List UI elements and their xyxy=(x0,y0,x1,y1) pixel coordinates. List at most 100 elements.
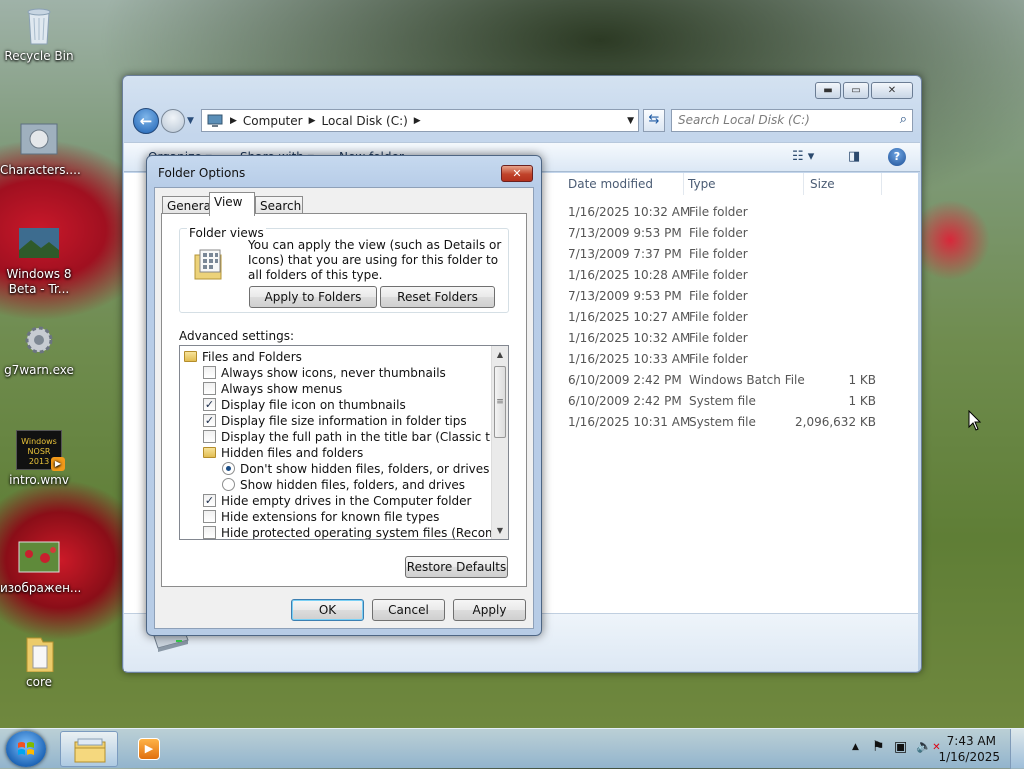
folder-icon xyxy=(184,351,197,362)
setting-checkbox[interactable]: Always show menus xyxy=(203,381,342,397)
breadcrumb-separator-icon[interactable]: ▶ xyxy=(230,116,237,126)
column-date-modified[interactable]: Date modified xyxy=(562,173,684,195)
windows-logo-icon xyxy=(18,742,34,755)
folder-views-description: You can apply the view (such as Details … xyxy=(248,238,502,282)
advanced-settings-scrollbar[interactable]: ▲ ≡ ▼ xyxy=(491,346,508,539)
folder-icon xyxy=(203,447,216,458)
dialog-close-button[interactable]: ✕ xyxy=(501,165,533,182)
desktop-icon-windows8-beta[interactable]: Windows 8 Beta - Tr... xyxy=(0,224,78,297)
type-cell: File folder xyxy=(689,226,748,240)
clock-date[interactable]: 1/16/2025 xyxy=(938,750,1000,764)
setting-checkbox[interactable]: ✓ Display file icon on thumbnails xyxy=(203,397,406,413)
search-icon[interactable]: ⌕ xyxy=(900,112,907,127)
scroll-down-icon[interactable]: ▼ xyxy=(492,522,508,539)
radio-button[interactable] xyxy=(222,478,235,491)
taskbar-explorer-button[interactable] xyxy=(60,731,118,767)
show-hidden-icons-icon[interactable]: ▲ xyxy=(852,742,859,752)
cancel-button[interactable]: Cancel xyxy=(372,599,445,621)
taskbar-media-player-button[interactable]: ▶ xyxy=(128,731,174,767)
column-size[interactable]: Size xyxy=(804,173,882,195)
column-type[interactable]: Type xyxy=(682,173,804,195)
type-cell: Windows Batch File xyxy=(689,373,805,387)
type-cell: File folder xyxy=(689,331,748,345)
setting-radio[interactable]: Show hidden files, folders, and drives xyxy=(222,477,465,493)
setting-checkbox[interactable]: Always show icons, never thumbnails xyxy=(203,365,446,381)
action-center-flag-icon[interactable]: ⚑ xyxy=(872,739,885,755)
checkbox[interactable] xyxy=(203,430,216,443)
back-arrow-icon: ← xyxy=(139,112,153,130)
change-view-icon[interactable]: ☷ ▾ xyxy=(792,149,814,164)
refresh-button[interactable]: ⇆ xyxy=(643,109,665,132)
setting-label: Always show menus xyxy=(221,382,343,396)
back-button[interactable]: ← xyxy=(133,108,159,134)
setting-checkbox[interactable]: Display the full path in the title bar (… xyxy=(203,429,508,445)
search-input[interactable]: Search Local Disk (C:) ⌕ xyxy=(671,109,913,132)
type-cell: System file xyxy=(689,415,756,429)
setting-radio[interactable]: Don't show hidden files, folders, or dri… xyxy=(222,461,489,477)
apply-to-folders-button[interactable]: Apply to Folders xyxy=(249,286,377,308)
clock-time[interactable]: 7:43 AM xyxy=(947,734,996,748)
recent-pages-dropdown[interactable]: ▼ xyxy=(187,116,194,126)
breadcrumb-separator-icon[interactable]: ▶ xyxy=(309,116,316,126)
apply-button[interactable]: Apply xyxy=(453,599,526,621)
date-cell: 1/16/2025 10:31 AM xyxy=(568,415,691,429)
show-desktop-button[interactable] xyxy=(1010,729,1024,769)
breadcrumb-separator-icon[interactable]: ▶ xyxy=(414,116,421,126)
tree-category[interactable]: Hidden files and folders xyxy=(203,445,363,461)
forward-button[interactable] xyxy=(161,109,185,133)
checkbox[interactable]: ✓ xyxy=(203,494,216,507)
breadcrumb-local-disk[interactable]: Local Disk (C:) xyxy=(322,114,408,128)
checkbox[interactable] xyxy=(203,526,216,539)
minimize-button[interactable]: ▬ xyxy=(815,82,841,99)
desktop-icon-intro-wmv[interactable]: Windows NOSR 2013 ▶ intro.wmv xyxy=(0,430,78,488)
restore-defaults-button[interactable]: Restore Defaults xyxy=(405,556,508,578)
network-icon[interactable]: ▣ xyxy=(894,739,907,755)
type-cell: File folder xyxy=(689,310,748,324)
preview-pane-icon[interactable]: ◨ xyxy=(848,149,860,164)
tab-view[interactable]: View xyxy=(209,192,255,216)
system-tray: ▲ ⚑ ▣ 🔈✕ 7:43 AM 1/16/2025 xyxy=(834,729,1024,769)
address-dropdown-icon[interactable]: ▼ xyxy=(627,116,634,126)
checkbox[interactable] xyxy=(203,382,216,395)
scroll-up-icon[interactable]: ▲ xyxy=(492,346,508,363)
breadcrumb-computer[interactable]: Computer xyxy=(243,114,303,128)
desktop-icon-recycle-bin[interactable]: Recycle Bin xyxy=(0,6,78,64)
start-button[interactable] xyxy=(6,731,46,767)
scroll-thumb[interactable]: ≡ xyxy=(494,366,506,438)
desktop-icon-characters[interactable]: Characters.... xyxy=(0,120,81,178)
checkbox[interactable] xyxy=(203,510,216,523)
type-cell: File folder xyxy=(689,352,748,366)
checkbox[interactable] xyxy=(203,366,216,379)
close-button[interactable]: ✕ xyxy=(871,82,913,99)
help-icon[interactable]: ? xyxy=(888,148,906,166)
radio-button[interactable] xyxy=(222,462,235,475)
date-cell: 6/10/2009 2:42 PM xyxy=(568,394,682,408)
advanced-settings-label: Advanced settings: xyxy=(179,329,294,343)
desktop-icon-image[interactable]: изображен... xyxy=(0,538,81,596)
advanced-settings-list[interactable]: Files and Folders Always show icons, neve… xyxy=(179,345,509,540)
reset-folders-button[interactable]: Reset Folders xyxy=(380,286,495,308)
desktop-icon-core[interactable]: core xyxy=(0,632,78,690)
type-cell: File folder xyxy=(689,268,748,282)
dialog-title: Folder Options xyxy=(158,166,246,180)
maximize-button[interactable]: ▭ xyxy=(843,82,869,99)
address-bar[interactable]: ▶ Computer ▶ Local Disk (C:) ▶ ▼ xyxy=(201,109,639,132)
computer-icon xyxy=(207,114,223,127)
media-play-icon: ▶ xyxy=(51,457,65,471)
checkbox[interactable]: ✓ xyxy=(203,414,216,427)
setting-checkbox[interactable]: ✓ Display file size information in folder… xyxy=(203,413,467,429)
ok-button[interactable]: OK xyxy=(291,599,364,621)
setting-label: Don't show hidden files, folders, or dri… xyxy=(240,462,490,476)
setting-checkbox[interactable]: Hide protected operating system files (R… xyxy=(203,525,508,539)
checkbox[interactable]: ✓ xyxy=(203,398,216,411)
date-cell: 1/16/2025 10:32 AM xyxy=(568,205,691,219)
tree-category[interactable]: Files and Folders xyxy=(184,349,302,365)
setting-checkbox[interactable]: Hide extensions for known file types xyxy=(203,509,439,525)
folder-views-icon xyxy=(194,249,222,280)
desktop-icon-g7warn[interactable]: g7warn.exe xyxy=(0,320,78,378)
landscape-thumbnail-icon xyxy=(19,228,59,258)
setting-checkbox[interactable]: ✓ Hide empty drives in the Computer folde… xyxy=(203,493,471,509)
volume-muted-icon[interactable]: 🔈✕ xyxy=(916,739,941,754)
size-cell: 1 KB xyxy=(848,394,876,408)
desktop-icon-label: intro.wmv xyxy=(9,473,69,487)
